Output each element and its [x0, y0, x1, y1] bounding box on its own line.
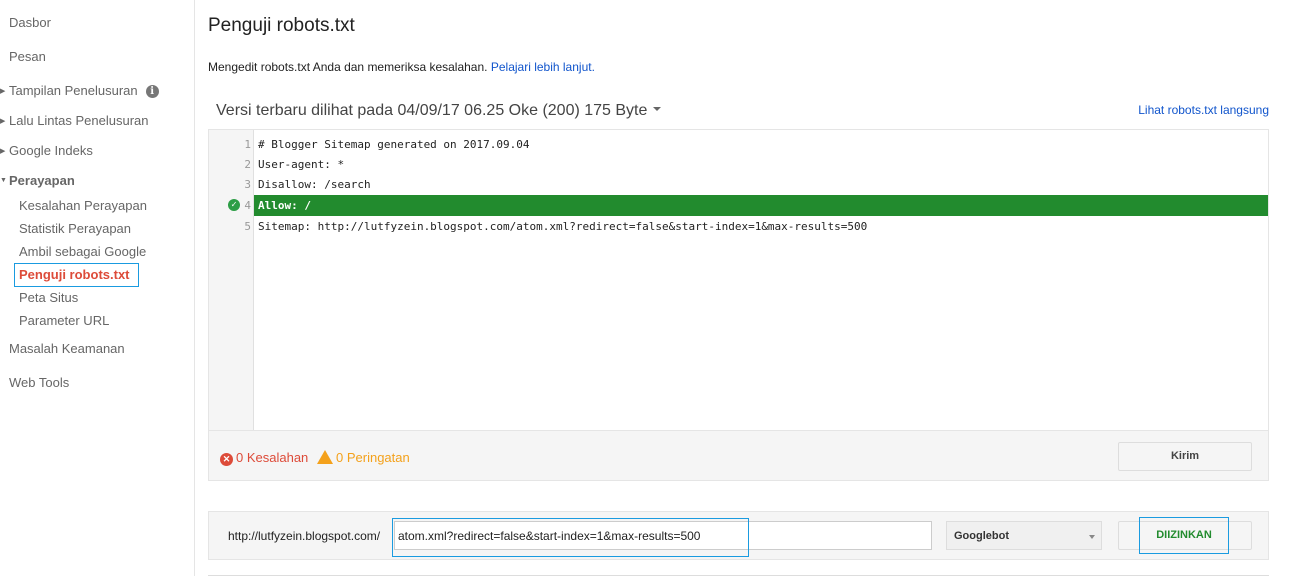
line-code: Sitemap: http://lutfyzein.blogspot.com/a…	[258, 220, 868, 233]
code-line-highlighted[interactable]: ✓ 4 Allow: /	[209, 195, 1268, 216]
test-result-allowed[interactable]: DIIZINKAN	[1139, 517, 1229, 554]
sidebar-item-ambil-sebagai-google[interactable]: Ambil sebagai Google	[19, 244, 146, 259]
line-number: 5	[244, 220, 251, 233]
sidebar-item-tampilan-penelusuran[interactable]: Tampilan Penelusuran i	[9, 83, 159, 98]
warning-label: 0 Peringatan	[336, 450, 410, 465]
submit-button[interactable]: Kirim	[1118, 442, 1252, 471]
line-number: 1	[244, 138, 251, 151]
line-code: # Blogger Sitemap generated on 2017.09.0…	[258, 138, 530, 151]
version-dropdown[interactable]: Versi terbaru dilihat pada 04/09/17 06.2…	[216, 102, 662, 120]
sidebar-item-web-tools[interactable]: Web Tools	[9, 375, 69, 390]
line-code: Allow: /	[258, 199, 311, 212]
code-line[interactable]: 3 Disallow: /search	[209, 174, 1268, 195]
page-description: Mengedit robots.txt Anda dan memeriksa k…	[208, 60, 595, 74]
info-icon[interactable]: i	[145, 85, 159, 98]
live-robots-link[interactable]: Lihat robots.txt langsung	[1138, 103, 1269, 117]
sidebar-item-kesalahan-perayapan[interactable]: Kesalahan Perayapan	[19, 198, 147, 213]
robots-editor[interactable]: 1 # Blogger Sitemap generated on 2017.09.…	[208, 129, 1269, 431]
error-count: ✕ 0 Kesalahan	[220, 450, 308, 466]
line-number: 4	[244, 199, 251, 212]
expand-arrow-icon[interactable]: ▶	[0, 87, 5, 95]
user-agent-value: Googlebot	[954, 530, 1009, 542]
warning-icon	[317, 450, 333, 464]
sidebar-item-masalah-keamanan[interactable]: Masalah Keamanan	[9, 341, 125, 356]
line-code: Disallow: /search	[258, 178, 371, 191]
allow-highlight	[254, 195, 1268, 216]
sidebar-item-statistik-perayapan[interactable]: Statistik Perayapan	[19, 221, 131, 236]
expand-arrow-icon[interactable]: ▶	[0, 147, 5, 155]
sidebar-item-pesan[interactable]: Pesan	[9, 49, 46, 64]
warning-count: 0 Peringatan	[317, 450, 410, 465]
error-label: 0 Kesalahan	[236, 450, 309, 465]
user-agent-select[interactable]: Googlebot	[946, 521, 1102, 550]
collapse-arrow-icon[interactable]: ▼	[0, 177, 7, 184]
sidebar-item-google-indeks[interactable]: Google Indeks	[9, 143, 93, 158]
sidebar-item-label: Tampilan Penelusuran	[9, 83, 138, 98]
sidebar-item-penguji-robots[interactable]: Penguji robots.txt	[14, 263, 139, 287]
sidebar-item-dasbor[interactable]: Dasbor	[9, 15, 51, 30]
line-code: User-agent: *	[258, 158, 345, 171]
code-line[interactable]: 5 Sitemap: http://lutfyzein.blogspot.com/…	[209, 216, 1268, 237]
sidebar-item-lalu-lintas[interactable]: Lalu Lintas Penelusuran	[9, 113, 149, 128]
editor-footer: ✕ 0 Kesalahan 0 Peringatan Kirim	[208, 430, 1269, 481]
expand-arrow-icon[interactable]: ▶	[0, 117, 5, 125]
sidebar-item-parameter-url[interactable]: Parameter URL	[19, 313, 109, 328]
code-line[interactable]: 1 # Blogger Sitemap generated on 2017.09.…	[209, 134, 1268, 155]
dropdown-arrow-icon	[1089, 535, 1095, 539]
page-title: Penguji robots.txt	[208, 15, 355, 36]
code-line[interactable]: 2 User-agent: *	[209, 154, 1268, 175]
sidebar-item-peta-situs[interactable]: Peta Situs	[19, 290, 78, 305]
description-text: Mengedit robots.txt Anda dan memeriksa k…	[208, 60, 488, 74]
version-label: Versi terbaru dilihat pada 04/09/17 06.2…	[216, 102, 648, 119]
url-test-bar: http://lutfyzein.blogspot.com/ atom.xml?…	[208, 511, 1269, 560]
caret-down-icon	[653, 107, 662, 111]
line-number: 2	[244, 158, 251, 171]
sidebar-item-perayapan[interactable]: Perayapan	[9, 173, 75, 188]
line-number: 3	[244, 178, 251, 191]
focus-highlight	[392, 518, 749, 557]
learn-more-link[interactable]: Pelajari lebih lanjut.	[491, 60, 595, 74]
sidebar: Dasbor Pesan ▶ Tampilan Penelusuran i ▶ L…	[0, 0, 195, 576]
url-prefix: http://lutfyzein.blogspot.com/	[228, 529, 381, 543]
error-icon: ✕	[220, 453, 233, 466]
